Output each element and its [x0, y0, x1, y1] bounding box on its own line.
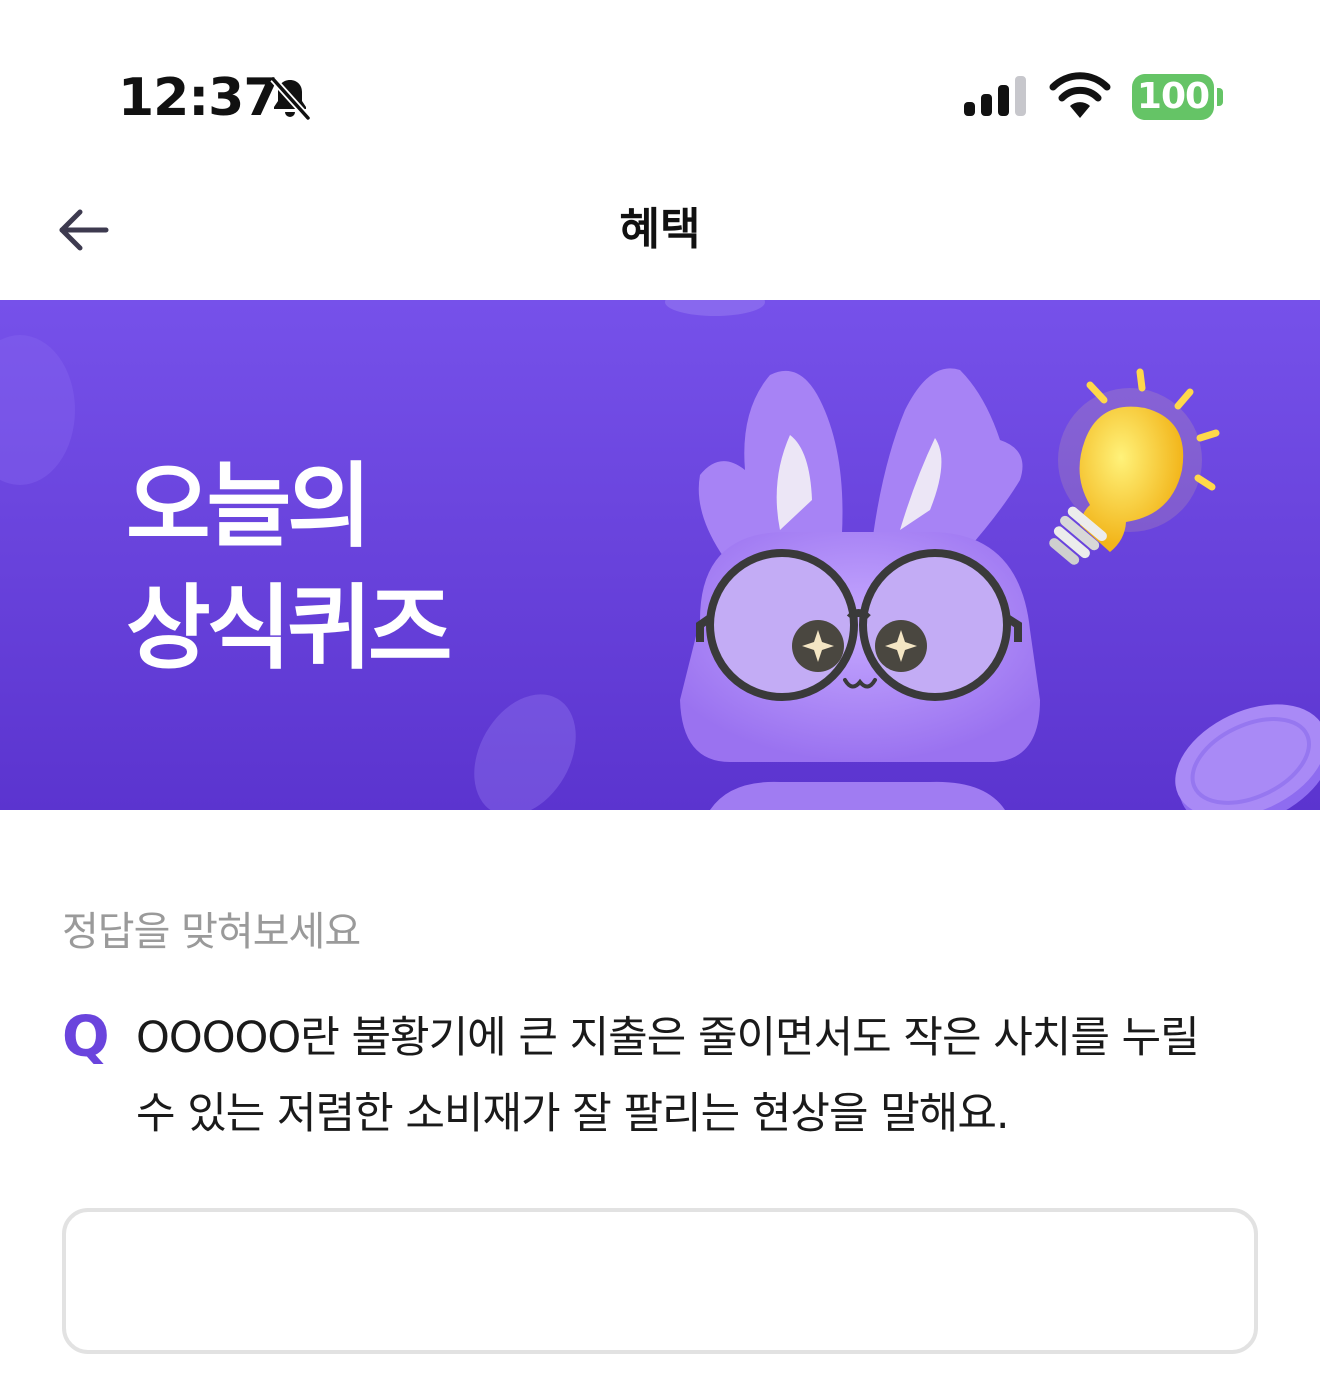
cellular-signal-icon	[964, 76, 1026, 116]
status-time: 12:37	[118, 68, 280, 128]
coin-decoration	[474, 694, 576, 810]
coin-decoration	[0, 335, 75, 485]
page-title: 혜택	[619, 204, 701, 255]
status-bar: 12:37 100	[0, 0, 1320, 160]
quiz-hint: 정답을 맞혀보세요	[62, 909, 361, 955]
answer-input[interactable]	[62, 1208, 1258, 1354]
wifi-icon	[1049, 72, 1111, 118]
battery-tip	[1217, 88, 1223, 106]
banner-title: 오늘의 상식퀴즈	[126, 446, 453, 690]
coin-decoration	[665, 300, 765, 316]
quiz-banner: 오늘의 상식퀴즈	[0, 300, 1320, 810]
rabbit-body	[710, 781, 1005, 810]
arrow-left-icon[interactable]	[50, 200, 116, 260]
banner-title-line2: 상식퀴즈	[126, 575, 453, 682]
coin-decoration	[1175, 704, 1320, 810]
question-label: Q	[62, 1005, 110, 1070]
question-text: OOOOO란 불황기에 큰 지출은 줄이면서도 작은 사치를 누릴 수 있는 저…	[136, 1013, 1200, 1139]
banner-title-line1: 오늘의	[126, 453, 372, 560]
battery-level: 100	[1136, 76, 1210, 117]
lightbulb-icon	[1049, 368, 1220, 565]
bell-slash-icon	[270, 76, 311, 121]
nav-bar: 혜택	[0, 160, 1320, 300]
